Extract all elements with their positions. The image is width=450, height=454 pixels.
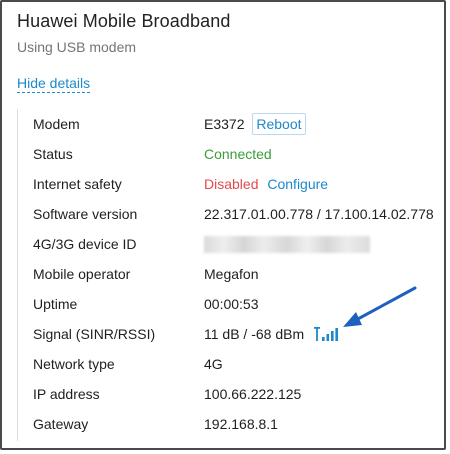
row-signal: Signal (SINR/RSSI) 11 dB / -68 dBm bbox=[33, 319, 443, 349]
row-label: IP address bbox=[33, 386, 100, 402]
row-label: Mobile operator bbox=[33, 266, 131, 282]
row-label: Gateway bbox=[33, 416, 89, 432]
software-version-value: 22.317.01.00.778 / 17.100.14.02.778 bbox=[204, 206, 434, 222]
row-uptime: Uptime 00:00:53 bbox=[33, 289, 443, 319]
row-label: Software version bbox=[33, 206, 138, 222]
uptime-value: 00:00:53 bbox=[204, 296, 259, 312]
panel-title: Huawei Mobile Broadband bbox=[17, 11, 231, 31]
network-type-value: 4G bbox=[204, 356, 223, 372]
redacted-device-id bbox=[204, 236, 370, 253]
operator-value: Megafon bbox=[204, 266, 259, 282]
row-label: Internet safety bbox=[33, 176, 122, 192]
ip-address-value: 100.66.222.125 bbox=[204, 386, 302, 402]
panel-subtitle: Using USB modem bbox=[17, 39, 137, 55]
row-internet-safety: Internet safety Disabled Configure bbox=[33, 169, 443, 199]
row-label: Uptime bbox=[33, 296, 78, 312]
row-network-type: Network type 4G bbox=[33, 349, 443, 379]
row-gateway: Gateway 192.168.8.1 bbox=[33, 409, 443, 439]
signal-value: 11 dB / -68 dBm bbox=[204, 326, 305, 342]
signal-strength-icon bbox=[314, 327, 338, 341]
safety-status: Disabled bbox=[204, 176, 259, 192]
row-label: Modem bbox=[33, 116, 80, 132]
row-value: 11 dB / -68 dBm bbox=[204, 319, 338, 349]
details-section: Modem E3372 Reboot Status Connected Inte… bbox=[17, 109, 442, 441]
reboot-button[interactable]: Reboot bbox=[252, 113, 306, 135]
status-value: Connected bbox=[204, 146, 272, 162]
row-value: E3372 Reboot bbox=[204, 109, 306, 139]
row-device-id: 4G/3G device ID bbox=[33, 229, 443, 259]
row-label: 4G/3G device ID bbox=[33, 236, 137, 252]
row-label: Signal (SINR/RSSI) bbox=[33, 326, 156, 342]
row-mobile-operator: Mobile operator Megafon bbox=[33, 259, 443, 289]
configure-link[interactable]: Configure bbox=[267, 176, 328, 192]
row-status: Status Connected bbox=[33, 139, 443, 169]
row-modem: Modem E3372 Reboot bbox=[33, 109, 443, 139]
row-label: Status bbox=[33, 146, 73, 162]
row-value: Disabled Configure bbox=[204, 169, 328, 199]
hide-details-link[interactable]: Hide details bbox=[17, 75, 91, 93]
gateway-value: 192.168.8.1 bbox=[204, 416, 278, 432]
modem-model: E3372 bbox=[204, 116, 245, 132]
row-software-version: Software version 22.317.01.00.778 / 17.1… bbox=[33, 199, 443, 229]
row-label: Network type bbox=[33, 356, 115, 372]
row-ip-address: IP address 100.66.222.125 bbox=[33, 379, 443, 409]
broadband-panel: Huawei Mobile Broadband Using USB modem … bbox=[0, 0, 446, 450]
